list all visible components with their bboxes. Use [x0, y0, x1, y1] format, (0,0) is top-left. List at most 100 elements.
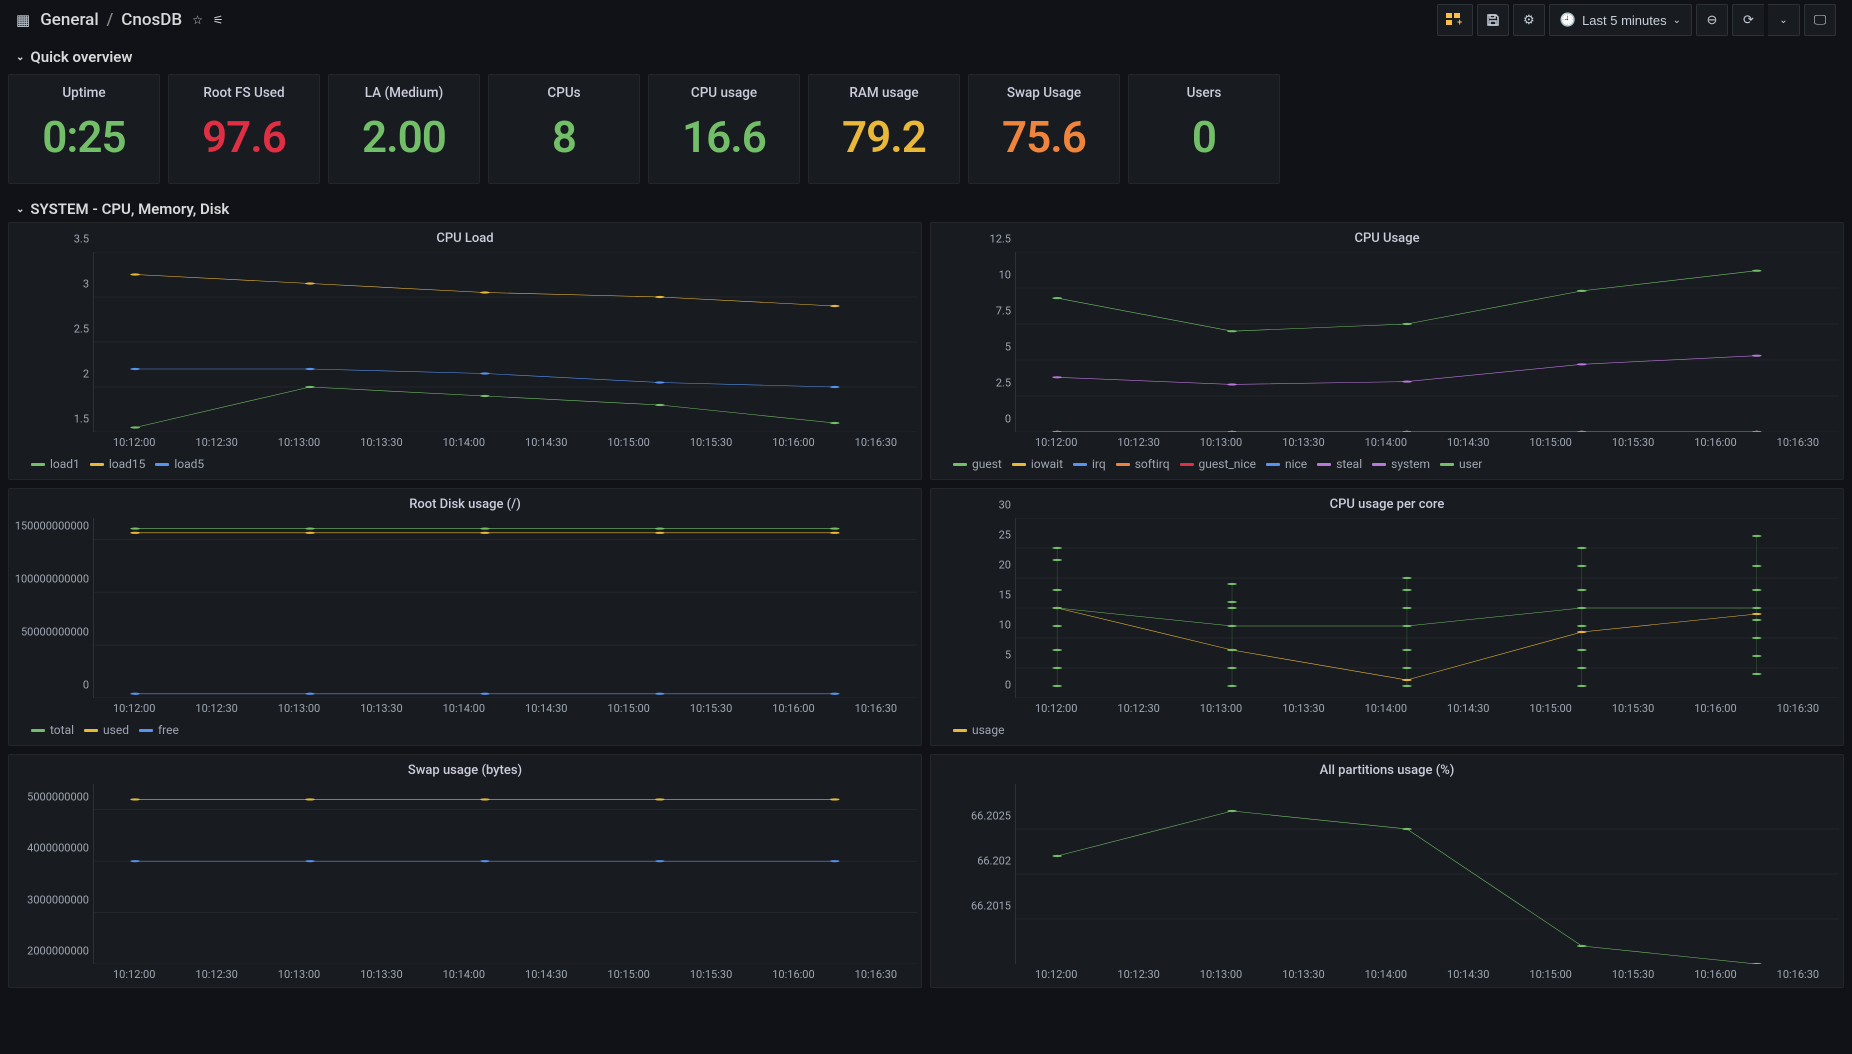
chevron-down-icon: ⌄ — [1779, 15, 1787, 26]
legend-item[interactable]: steal — [1317, 457, 1362, 471]
chart-panel-root_disk[interactable]: Root Disk usage (/)050000000000100000000… — [8, 488, 922, 746]
stat-value: 0 — [1192, 111, 1216, 163]
legend-label: guest — [972, 457, 1002, 471]
stat-panel[interactable]: CPUs 8 — [488, 74, 640, 184]
legend-item[interactable]: load1 — [31, 457, 80, 471]
legend-label: user — [1459, 457, 1482, 471]
stat-value: 75.6 — [1002, 111, 1086, 163]
y-tick: 2000000000 — [27, 945, 89, 958]
x-tick: 10:13:30 — [340, 702, 422, 715]
row-header-quick-overview[interactable]: ⌄ Quick overview — [0, 40, 1852, 70]
x-axis: 10:12:0010:12:3010:13:0010:13:3010:14:00… — [93, 964, 917, 981]
zoom-out-button[interactable]: ⊖ — [1696, 4, 1728, 36]
legend-label: softirq — [1135, 457, 1170, 471]
stat-panel[interactable]: RAM usage 79.2 — [808, 74, 960, 184]
legend-item[interactable]: free — [139, 723, 179, 737]
chart-panel-cpu_usage[interactable]: CPU Usage02.557.51012.510:12:0010:12:301… — [930, 222, 1844, 480]
y-tick: 5 — [1005, 649, 1011, 662]
legend-item[interactable]: softirq — [1116, 457, 1170, 471]
legend-item[interactable]: total — [31, 723, 74, 737]
legend-item[interactable]: used — [84, 723, 129, 737]
breadcrumb[interactable]: General / CnosDB — [40, 10, 182, 30]
legend-item[interactable]: load15 — [90, 457, 146, 471]
chart-panel-cpu_load[interactable]: CPU Load1.522.533.510:12:0010:12:3010:13… — [8, 222, 922, 480]
chart-title: All partitions usage (%) — [935, 763, 1839, 778]
x-tick: 10:14:00 — [423, 968, 505, 981]
stat-value: 97.6 — [202, 111, 286, 163]
x-tick: 10:12:30 — [1097, 968, 1179, 981]
legend-label: total — [50, 723, 74, 737]
stat-value: 2.00 — [362, 111, 446, 163]
x-tick: 10:12:00 — [1015, 968, 1097, 981]
share-icon[interactable]: ⚟ — [213, 13, 224, 27]
chart-body: 2000000000300000000040000000005000000000 — [13, 784, 917, 964]
y-axis: 051015202530 — [935, 518, 1015, 698]
chart-body: 1.522.533.5 — [13, 252, 917, 432]
y-tick: 1.5 — [74, 413, 89, 426]
stat-panel[interactable]: Users 0 — [1128, 74, 1280, 184]
chart-title: Swap usage (bytes) — [13, 763, 917, 778]
row-title: Quick overview — [30, 48, 132, 66]
time-range-label: Last 5 minutes — [1582, 13, 1667, 28]
stat-title: Users — [1187, 85, 1222, 101]
y-tick: 0 — [1005, 413, 1011, 426]
x-tick: 10:16:30 — [1757, 702, 1839, 715]
legend-item[interactable]: guest — [953, 457, 1002, 471]
x-axis: 10:12:0010:12:3010:13:0010:13:3010:14:00… — [1015, 432, 1839, 449]
settings-button[interactable]: ⚙ — [1513, 4, 1545, 36]
chart-panel-swap_usage[interactable]: Swap usage (bytes)2000000000300000000040… — [8, 754, 922, 988]
chart-body: 66.201566.20266.2025 — [935, 784, 1839, 964]
x-tick: 10:15:00 — [587, 436, 669, 449]
stat-panel[interactable]: CPU usage 16.6 — [648, 74, 800, 184]
y-tick: 4000000000 — [27, 842, 89, 855]
star-icon[interactable]: ☆ — [192, 13, 203, 27]
clock-icon: 🕘 — [1560, 12, 1576, 28]
plot-area[interactable] — [1015, 252, 1839, 432]
stat-panel[interactable]: Swap Usage 75.6 — [968, 74, 1120, 184]
cycle-view-button[interactable]: 🖵 — [1804, 4, 1836, 36]
time-range-picker[interactable]: 🕘 Last 5 minutes ⌄ — [1549, 4, 1692, 36]
legend-item[interactable]: guest_nice — [1180, 457, 1256, 471]
plot-area[interactable] — [93, 518, 917, 698]
stat-panel[interactable]: Uptime 0:25 — [8, 74, 160, 184]
legend-item[interactable]: iowait — [1012, 457, 1063, 471]
breadcrumb-folder[interactable]: General — [40, 10, 98, 30]
legend-item[interactable]: load5 — [155, 457, 204, 471]
chart-panel-cpu_per_core[interactable]: CPU usage per core05101520253010:12:0010… — [930, 488, 1844, 746]
stat-value: 16.6 — [682, 111, 766, 163]
save-button[interactable] — [1477, 4, 1509, 36]
dashboard-icon: ▦ — [16, 11, 30, 29]
breadcrumb-title[interactable]: CnosDB — [121, 10, 182, 30]
legend-swatch — [1266, 463, 1280, 466]
refresh-button[interactable]: ⟳ — [1732, 4, 1764, 36]
y-tick: 66.2015 — [971, 900, 1011, 913]
chart-panel-all_partitions[interactable]: All partitions usage (%) 66.201566.20266.… — [930, 754, 1844, 988]
legend: guest iowait irq softirq guest_nice nice steal… — [935, 449, 1839, 473]
stat-panel[interactable]: Root FS Used 97.6 — [168, 74, 320, 184]
legend-swatch — [1180, 463, 1194, 466]
y-axis: 02.557.51012.5 — [935, 252, 1015, 432]
add-panel-button[interactable]: + — [1437, 4, 1473, 36]
plot-area[interactable] — [1015, 784, 1839, 964]
row-header-system[interactable]: ⌄ SYSTEM - CPU, Memory, Disk — [0, 192, 1852, 222]
plot-area[interactable] — [93, 784, 917, 964]
plot-area[interactable] — [1015, 518, 1839, 698]
legend-label: iowait — [1031, 457, 1063, 471]
legend-item[interactable]: usage — [953, 723, 1004, 737]
chart-body: 02.557.51012.5 — [935, 252, 1839, 432]
y-tick: 15 — [999, 589, 1011, 602]
legend-swatch — [139, 729, 153, 732]
legend-item[interactable]: system — [1372, 457, 1430, 471]
y-tick: 5000000000 — [27, 790, 89, 803]
x-tick: 10:15:30 — [670, 702, 752, 715]
x-tick: 10:16:30 — [835, 436, 917, 449]
legend-item[interactable]: irq — [1073, 457, 1106, 471]
x-tick: 10:16:30 — [1757, 436, 1839, 449]
refresh-interval-button[interactable]: ⌄ — [1768, 4, 1800, 36]
legend-item[interactable]: user — [1440, 457, 1482, 471]
x-tick: 10:13:30 — [1262, 968, 1344, 981]
legend-item[interactable]: nice — [1266, 457, 1307, 471]
plot-area[interactable] — [93, 252, 917, 432]
stat-panel[interactable]: LA (Medium) 2.00 — [328, 74, 480, 184]
stats-row: Uptime 0:25 Root FS Used 97.6 LA (Medium… — [0, 70, 1852, 192]
